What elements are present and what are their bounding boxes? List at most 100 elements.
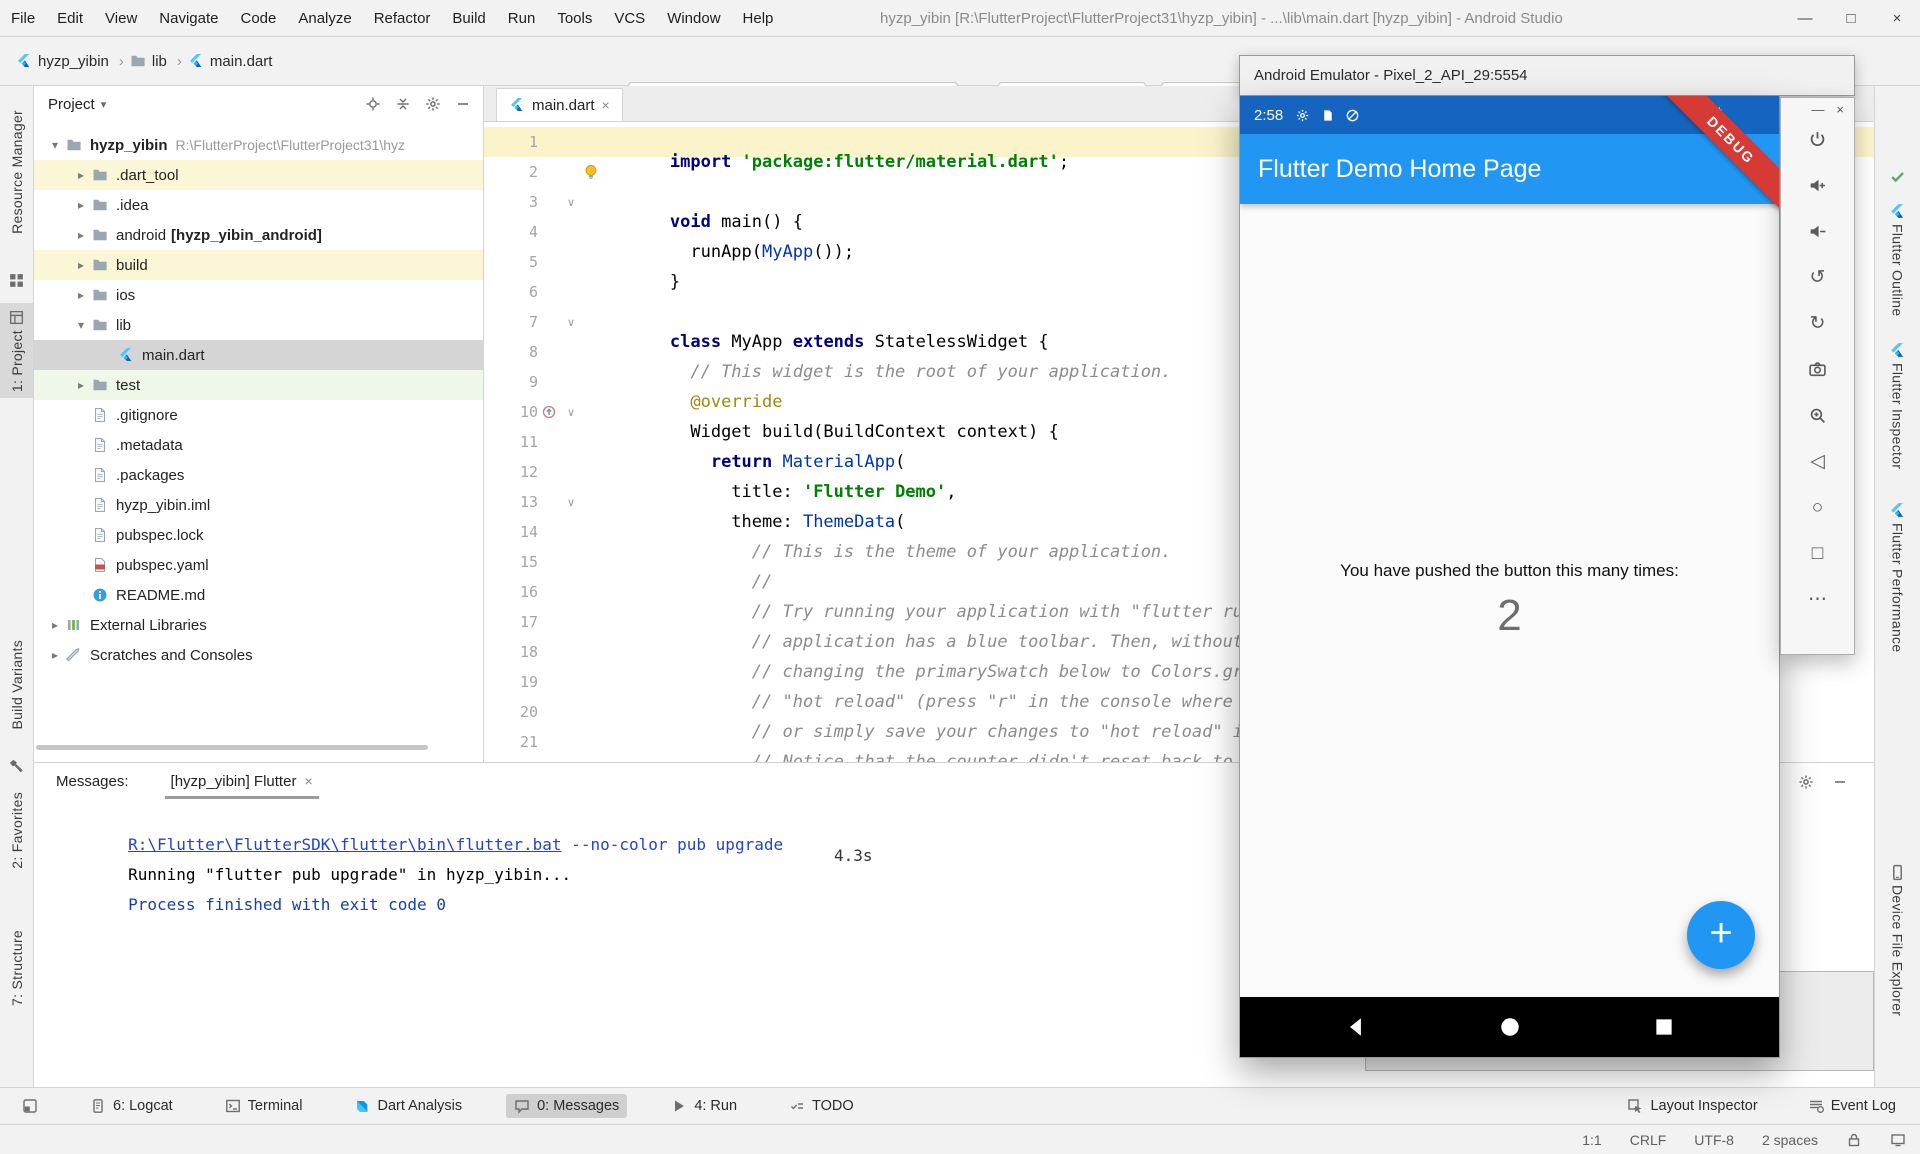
tool-window-button[interactable]: Build Variants bbox=[0, 634, 33, 736]
tool-window-button[interactable]: 2: Favorites bbox=[0, 786, 33, 875]
tool-window-button[interactable]: Flutter Performance bbox=[1875, 496, 1920, 658]
horizontal-scrollbar[interactable] bbox=[36, 745, 428, 750]
tree-row[interactable]: pubspec.lock bbox=[34, 520, 483, 550]
tree-row[interactable]: main.dart bbox=[34, 340, 483, 370]
todo-button[interactable]: TODO bbox=[781, 1094, 862, 1118]
tool-window-switcher[interactable] bbox=[14, 1094, 46, 1118]
menu-item[interactable]: Analyze bbox=[287, 0, 362, 36]
tree-row[interactable]: ▸ Scratches and Consoles bbox=[34, 640, 483, 670]
tree-row[interactable]: pubspec.yaml bbox=[34, 550, 483, 580]
menu-item[interactable]: Refactor bbox=[363, 0, 442, 36]
tool-window-button[interactable]: 7: Structure bbox=[0, 924, 33, 1012]
status-icon[interactable] bbox=[1846, 1132, 1862, 1148]
fold-marker[interactable]: ∨ bbox=[560, 496, 582, 509]
tree-row[interactable]: ▸ test bbox=[34, 370, 483, 400]
breadcrumb-item[interactable]: main.dart bbox=[188, 53, 273, 70]
project-panel-title[interactable]: Project bbox=[48, 96, 95, 113]
panel-action-icon[interactable] bbox=[425, 96, 441, 112]
emulator-title-bar[interactable]: Android Emulator - Pixel_2_API_29:5554 bbox=[1239, 55, 1855, 96]
menu-item[interactable]: File bbox=[0, 0, 46, 36]
run-button[interactable]: 4: Run bbox=[663, 1094, 745, 1118]
menu-item[interactable]: Run bbox=[497, 0, 547, 36]
zoom-button[interactable] bbox=[1804, 404, 1832, 426]
close-button[interactable]: × bbox=[1836, 102, 1844, 124]
menu-item[interactable]: Window bbox=[656, 0, 731, 36]
messages-tab[interactable]: [hyzp_yibin] Flutter × bbox=[165, 765, 319, 799]
tree-expand-arrow[interactable]: ▸ bbox=[72, 258, 90, 272]
tool-window-button[interactable]: Flutter Inspector bbox=[1875, 336, 1920, 475]
menu-item[interactable]: Code bbox=[229, 0, 287, 36]
maximize-button[interactable]: □ bbox=[1828, 0, 1874, 36]
tree-row[interactable]: .metadata bbox=[34, 430, 483, 460]
tree-expand-arrow[interactable]: ▸ bbox=[46, 618, 64, 632]
tree-row[interactable]: ▸ android [hyzp_yibin_android] bbox=[34, 220, 483, 250]
breadcrumb-item[interactable]: lib › bbox=[130, 53, 186, 70]
dart-analysis-button[interactable]: Dart Analysis bbox=[346, 1094, 470, 1118]
fold-marker[interactable]: ∨ bbox=[560, 196, 582, 209]
breadcrumb-item[interactable]: hyzp_yibin › bbox=[16, 53, 128, 70]
panel-action-icon[interactable] bbox=[365, 96, 381, 112]
tree-row[interactable]: ▸ External Libraries bbox=[34, 610, 483, 640]
close-icon[interactable]: × bbox=[602, 97, 610, 113]
status-item[interactable]: UTF-8 bbox=[1694, 1132, 1734, 1148]
tree-row[interactable]: ▸ ios bbox=[34, 280, 483, 310]
power-button[interactable] bbox=[1804, 128, 1832, 150]
volume-down-button[interactable] bbox=[1804, 220, 1832, 242]
overview-button[interactable]: □ bbox=[1804, 542, 1832, 564]
close-button[interactable]: × bbox=[1874, 0, 1920, 36]
tree-row[interactable]: README.md bbox=[34, 580, 483, 610]
tree-expand-arrow[interactable]: ▾ bbox=[46, 138, 64, 152]
logcat-button[interactable]: 6: Logcat bbox=[82, 1094, 181, 1118]
override-marker-icon[interactable] bbox=[538, 405, 560, 419]
tool-window-button[interactable]: Resource Manager bbox=[0, 104, 33, 240]
menu-item[interactable]: View bbox=[94, 0, 148, 36]
panel-action-icon[interactable] bbox=[455, 96, 471, 112]
menu-item[interactable]: Help bbox=[732, 0, 785, 36]
tree-row[interactable]: hyzp_yibin.iml bbox=[34, 490, 483, 520]
menu-item[interactable]: Tools bbox=[546, 0, 603, 36]
android-overview-button[interactable] bbox=[1652, 1015, 1676, 1039]
messages-button[interactable]: 0: Messages bbox=[506, 1094, 627, 1118]
layout-inspector-button[interactable]: Layout Inspector bbox=[1619, 1094, 1765, 1118]
tree-expand-arrow[interactable]: ▸ bbox=[72, 168, 90, 182]
tree-row[interactable]: ▾ hyzp_yibin R:\FlutterProject\FlutterPr… bbox=[34, 130, 483, 160]
tool-window-button[interactable]: Device File Explorer bbox=[1875, 858, 1920, 1022]
tool-window-button[interactable] bbox=[1875, 162, 1920, 191]
menu-item[interactable]: Edit bbox=[46, 0, 94, 36]
status-item[interactable]: 2 spaces bbox=[1762, 1132, 1818, 1148]
tree-row[interactable]: ▸ build bbox=[34, 250, 483, 280]
event-log-button[interactable]: Event Log bbox=[1800, 1094, 1904, 1118]
android-back-button[interactable] bbox=[1344, 1015, 1368, 1039]
tree-row[interactable]: ▸ .dart_tool bbox=[34, 160, 483, 190]
menu-item[interactable]: VCS bbox=[603, 0, 656, 36]
more-button[interactable]: ⋯ bbox=[1804, 588, 1832, 610]
volume-up-button[interactable] bbox=[1804, 174, 1832, 196]
tool-window-button[interactable] bbox=[0, 752, 33, 781]
panel-action-icon[interactable] bbox=[395, 96, 411, 112]
tree-expand-arrow[interactable]: ▾ bbox=[72, 318, 90, 332]
back-button[interactable]: ◁ bbox=[1804, 450, 1832, 472]
tree-expand-arrow[interactable]: ▸ bbox=[46, 648, 64, 662]
menu-item[interactable]: Navigate bbox=[148, 0, 229, 36]
tool-window-button[interactable]: 1: Project bbox=[0, 303, 33, 398]
tree-row[interactable]: .packages bbox=[34, 460, 483, 490]
fold-marker[interactable]: ∨ bbox=[560, 316, 582, 329]
status-item[interactable]: 1:1 bbox=[1582, 1132, 1601, 1148]
tree-row[interactable]: .gitignore bbox=[34, 400, 483, 430]
screenshot-button[interactable] bbox=[1804, 358, 1832, 380]
status-icon[interactable] bbox=[1890, 1132, 1906, 1148]
tree-expand-arrow[interactable]: ▸ bbox=[72, 198, 90, 212]
fab-button[interactable]: + bbox=[1687, 901, 1755, 969]
minimize-button[interactable]: — bbox=[1811, 102, 1824, 124]
tree-row[interactable]: ▸ .idea bbox=[34, 190, 483, 220]
home-button[interactable]: ○ bbox=[1804, 496, 1832, 518]
tree-expand-arrow[interactable]: ▸ bbox=[72, 288, 90, 302]
tree-row[interactable]: ▾ lib bbox=[34, 310, 483, 340]
status-item[interactable]: CRLF bbox=[1630, 1132, 1667, 1148]
tree-expand-arrow[interactable]: ▸ bbox=[72, 228, 90, 242]
tool-window-button[interactable]: Flutter Outline bbox=[1875, 197, 1920, 322]
menu-item[interactable]: Build bbox=[441, 0, 496, 36]
terminal-button[interactable]: Terminal bbox=[217, 1094, 311, 1118]
rotate-left-button[interactable]: ↺ bbox=[1804, 266, 1832, 288]
tool-window-button[interactable] bbox=[0, 266, 33, 295]
